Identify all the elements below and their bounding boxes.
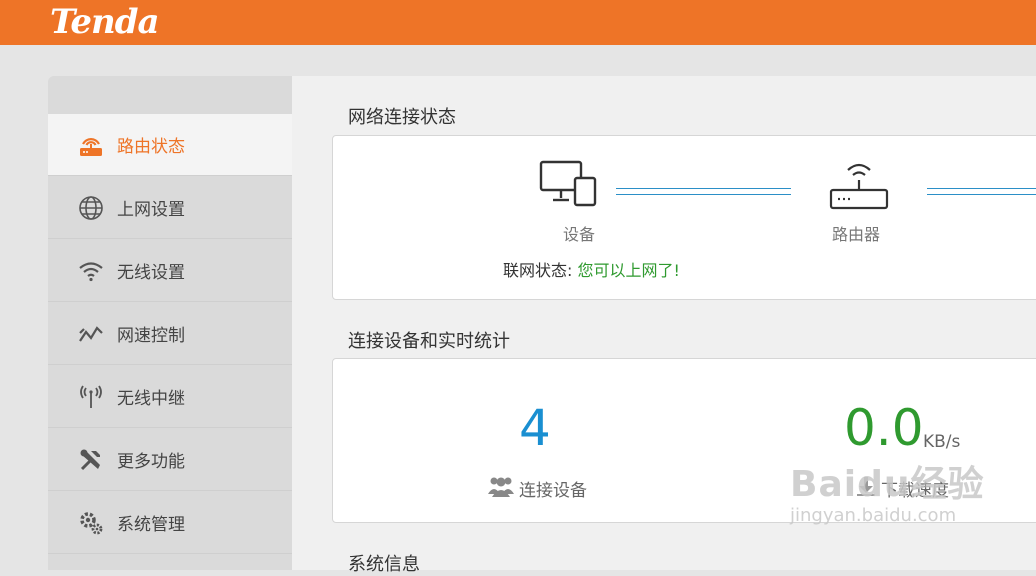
status-prefix: 联网状态: bbox=[503, 261, 573, 280]
tools-icon bbox=[78, 447, 104, 473]
gears-icon bbox=[78, 510, 104, 536]
stats-title: 连接设备和实时统计 bbox=[348, 331, 510, 352]
sidebar-item-label: 无线设置 bbox=[117, 263, 185, 283]
tenda-logo[interactable]: Tenda bbox=[50, 2, 160, 42]
router-status-icon bbox=[78, 132, 104, 158]
download-speed-unit: KB/s bbox=[923, 432, 961, 452]
router-icon bbox=[829, 158, 889, 214]
system-info-title: 系统信息 bbox=[348, 554, 420, 575]
network-status-title: 网络连接状态 bbox=[348, 107, 456, 128]
connection-line bbox=[616, 188, 791, 195]
status-text: 您可以上网了! bbox=[577, 261, 680, 280]
download-icon bbox=[855, 475, 877, 502]
sidebar-item-label: 路由状态 bbox=[117, 137, 185, 157]
sidebar-item-label: 无线中继 bbox=[117, 389, 185, 409]
sidebar-item-wireless-repeater[interactable]: 无线中继 bbox=[48, 366, 292, 428]
users-icon bbox=[487, 475, 515, 502]
download-speed-label-wrap: 下载速度 bbox=[855, 475, 949, 502]
sidebar-item-system-management[interactable]: 系统管理 bbox=[48, 492, 292, 554]
internet-status: 联网状态: 您可以上网了! bbox=[503, 257, 680, 281]
connected-devices-label: 连接设备 bbox=[519, 481, 587, 501]
download-speed-label: 下载速度 bbox=[881, 481, 949, 501]
main-content: 网络连接状态 设备 路由器 联网状态: 您可以上网了! 连接设备和实时统计 4 bbox=[292, 76, 1036, 575]
sidebar-item-router-status[interactable]: 路由状态 bbox=[48, 114, 292, 176]
sidebar-item-label: 更多功能 bbox=[117, 452, 185, 472]
router-label: 路由器 bbox=[832, 225, 881, 244]
repeater-antenna-icon bbox=[78, 384, 104, 410]
connection-line bbox=[927, 188, 1036, 195]
sidebar-item-label: 上网设置 bbox=[117, 200, 185, 220]
globe-icon bbox=[78, 195, 104, 221]
speed-chart-icon bbox=[78, 321, 104, 347]
network-status-card: 设备 路由器 联网状态: 您可以上网了! bbox=[332, 135, 1036, 300]
sidebar-item-more-functions[interactable]: 更多功能 bbox=[48, 429, 292, 491]
sidebar-item-label: 网速控制 bbox=[117, 326, 185, 346]
device-label: 设备 bbox=[563, 225, 596, 244]
sidebar-item-internet-settings[interactable]: 上网设置 bbox=[48, 177, 292, 239]
connected-devices-link[interactable]: 连接设备 bbox=[487, 475, 587, 502]
device-count[interactable]: 4 bbox=[519, 399, 551, 457]
download-speed-value: 0.0 bbox=[844, 399, 924, 457]
sidebar-item-wireless-settings[interactable]: 无线设置 bbox=[48, 240, 292, 302]
devices-icon bbox=[539, 160, 599, 212]
sidebar-item-speed-control[interactable]: 网速控制 bbox=[48, 303, 292, 365]
sidebar: 路由状态 上网设置 无线设置 网速控制 无线中继 更多功能 系统管理 bbox=[48, 76, 292, 570]
stats-card: 4 连接设备 0.0 KB/s 下载速度 bbox=[332, 358, 1036, 523]
sidebar-item-label: 系统管理 bbox=[117, 515, 185, 535]
top-header-bar: Tenda bbox=[0, 0, 1036, 45]
wifi-icon bbox=[78, 258, 104, 284]
